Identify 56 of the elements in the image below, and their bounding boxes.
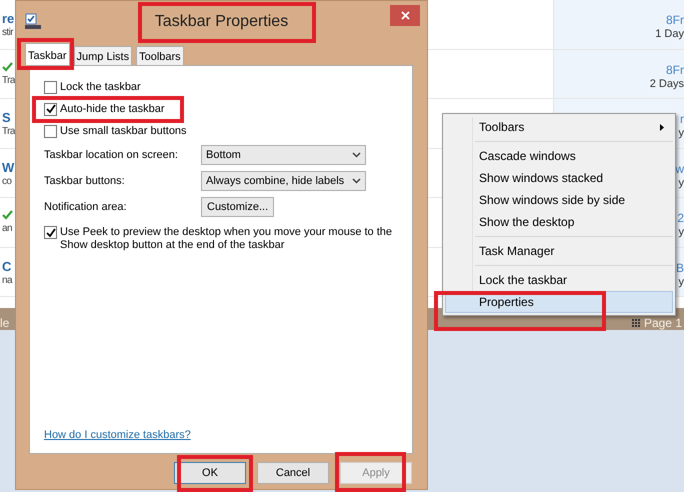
menu-item[interactable]: Toolbars — [445, 116, 673, 138]
tab[interactable]: Jump Lists — [74, 46, 132, 65]
dropdown[interactable]: Bottom — [201, 145, 366, 165]
item-subtitle: Tra — [2, 125, 15, 139]
chevron-icon — [352, 178, 361, 184]
window-title: Taskbar Properties — [154, 12, 288, 31]
checkbox-label: Use small taskbar buttons — [60, 124, 187, 139]
item-link[interactable]: 2 — [677, 211, 684, 225]
close-icon — [400, 11, 410, 20]
menu-item[interactable]: Show windows stacked — [445, 167, 673, 189]
close-button[interactable] — [390, 5, 420, 26]
checkbox[interactable] — [44, 124, 57, 138]
field-label: Notification area: — [44, 200, 128, 215]
page-indicator: Page 1 — [644, 316, 682, 330]
item-subtitle: an — [2, 222, 13, 236]
field-label: Taskbar buttons: — [44, 174, 126, 189]
grip-icon — [632, 319, 640, 327]
checkbox[interactable] — [44, 80, 57, 94]
item-title[interactable]: C — [2, 260, 15, 274]
item-subtitle: na — [2, 274, 14, 288]
menu-item[interactable]: Lock the taskbar — [445, 269, 673, 291]
tab[interactable]: Taskbar — [25, 43, 70, 65]
menu-item[interactable]: Cascade windows — [445, 145, 673, 167]
item-age: 1 Day — [655, 27, 684, 41]
item-age: y — [678, 176, 684, 190]
field-label: Taskbar location on screen: — [44, 148, 179, 163]
dialog-button[interactable]: Cancel — [257, 462, 329, 484]
dialog-button[interactable]: OK — [174, 462, 246, 484]
help-link[interactable]: How do I customize taskbars? — [44, 426, 191, 443]
item-age: 2 Days — [650, 76, 684, 90]
highlight-frame — [335, 452, 406, 492]
item-subtitle: co — [2, 174, 12, 188]
item-subtitle: stir — [2, 26, 14, 40]
item-subtitle: Tra — [2, 74, 15, 88]
dropdown[interactable]: Always combine, hide labels — [201, 171, 366, 191]
chevron-icon — [352, 152, 361, 158]
menu-item[interactable]: Show the desktop — [445, 211, 673, 233]
item-age: y — [678, 274, 684, 288]
item-title[interactable]: W — [2, 160, 15, 174]
item-title[interactable]: re — [2, 12, 15, 26]
checkbox[interactable] — [44, 102, 57, 116]
checkbox[interactable] — [44, 226, 57, 239]
taskbar-checkbox-icon — [25, 13, 41, 29]
menu-item[interactable]: Show windows side by side — [445, 189, 673, 211]
highlight-frame — [17, 38, 74, 70]
item-age: y — [678, 126, 684, 140]
page-text: le — [0, 316, 10, 330]
submenu-arrow-icon — [660, 124, 664, 130]
checkbox-label: Lock the taskbar — [60, 80, 141, 95]
item-age: y — [678, 225, 684, 239]
menu-item[interactable]: Task Manager — [445, 240, 673, 262]
item-title[interactable]: S — [2, 111, 15, 125]
checkbox-label: Auto-hide the taskbar — [60, 102, 165, 117]
tab[interactable]: Toolbars — [136, 46, 184, 65]
customize-button[interactable]: Customize... — [201, 197, 274, 217]
checkbox-label: Use Peek to preview the desktop when you move your mouse to the Show desktop button at the end of the taskbar — [60, 226, 394, 252]
